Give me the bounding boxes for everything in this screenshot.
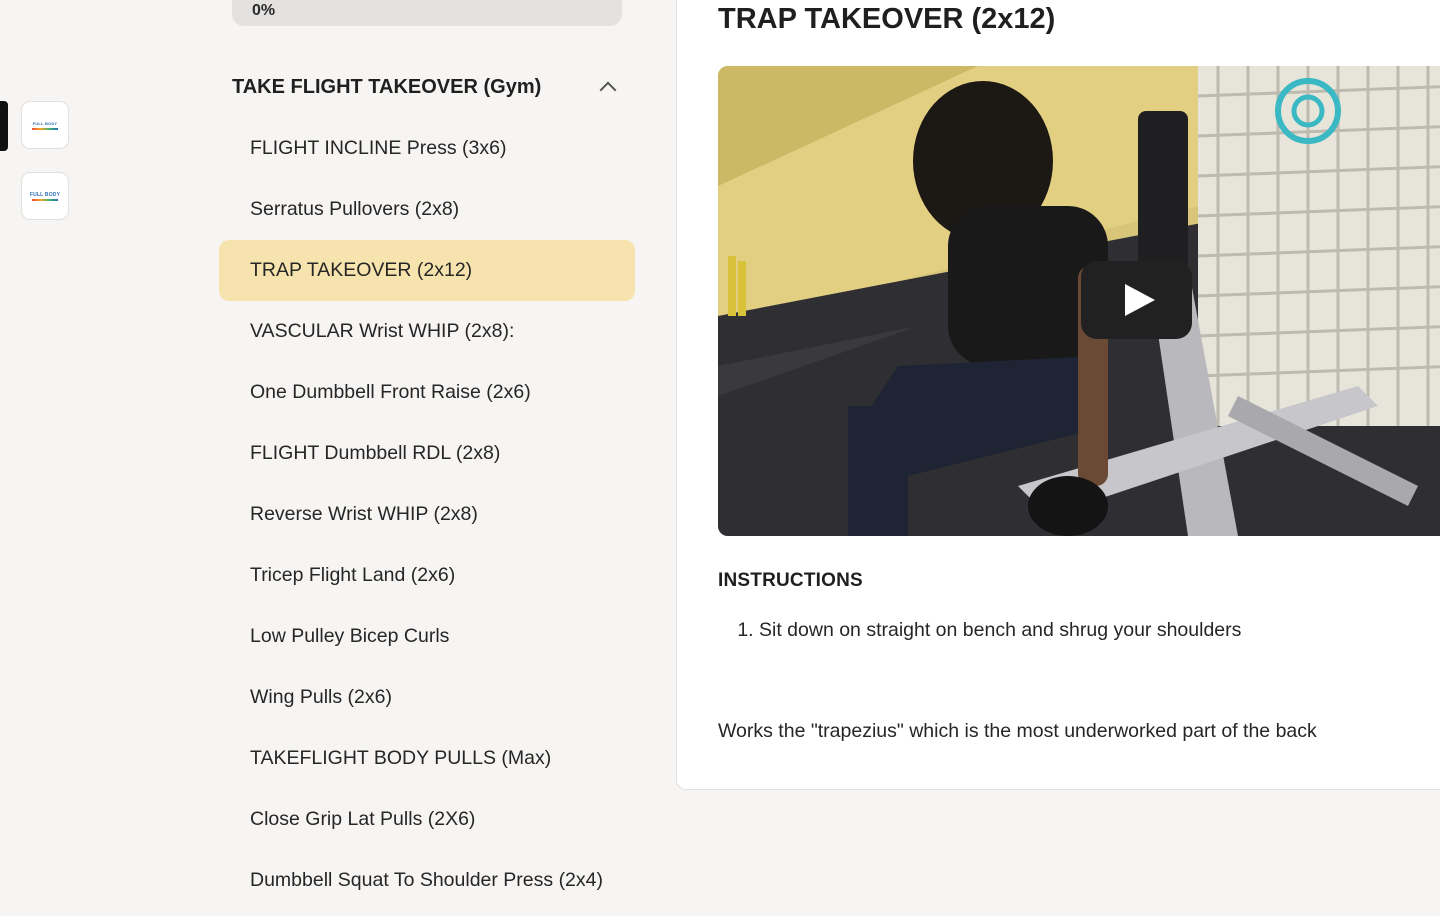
play-button[interactable] bbox=[1081, 261, 1192, 339]
section-title: TAKE FLIGHT TAKEOVER (Gym) bbox=[232, 75, 542, 98]
lesson-item[interactable]: Close Grip Lat Pulls (2X6) bbox=[219, 789, 635, 850]
course-progress-bar: 0% bbox=[232, 0, 622, 26]
play-icon bbox=[1124, 284, 1155, 316]
lesson-item[interactable]: TAKEFLIGHT BODY PULLS (Max) bbox=[219, 728, 635, 789]
lesson-item[interactable]: Reverse Wrist WHIP (2x8) bbox=[219, 484, 635, 545]
progress-label: 0% bbox=[252, 2, 276, 19]
video-thumbnail-image bbox=[718, 66, 1440, 536]
lesson-item[interactable]: FLIGHT Dumbbell RDL (2x8) bbox=[219, 423, 635, 484]
lesson-description: Works the "trapezius" which is the most … bbox=[718, 720, 1317, 742]
lesson-item[interactable]: FLIGHT INCLINE Press (3x6) bbox=[219, 118, 635, 179]
lesson-item[interactable]: One Dumbbell Front Raise (2x6) bbox=[219, 362, 635, 423]
app-thumbnail-2[interactable]: FULL BODY bbox=[21, 172, 69, 220]
lesson-title: TRAP TAKEOVER (2x12) bbox=[718, 3, 1056, 35]
lesson-item[interactable]: Dumbbell Squat To Shoulder Press (2x4) bbox=[219, 850, 635, 911]
app-logo-stripe bbox=[32, 198, 58, 201]
lesson-item[interactable]: Tricep Flight Land (2x6) bbox=[219, 545, 635, 606]
instruction-list: Sit down on straight on bench and shrug … bbox=[718, 619, 1241, 642]
app-thumbnail-1[interactable]: FULL BODY bbox=[21, 101, 69, 149]
chevron-up-icon[interactable] bbox=[599, 81, 617, 99]
instructions-heading: INSTRUCTIONS bbox=[718, 570, 863, 591]
lesson-item[interactable]: Low Pulley Bicep Curls bbox=[219, 606, 635, 667]
video-player[interactable] bbox=[718, 66, 1440, 536]
lesson-item[interactable]: Serratus Pullovers (2x8) bbox=[219, 179, 635, 240]
lesson-list: FLIGHT INCLINE Press (3x6) Serratus Pullo… bbox=[219, 118, 635, 911]
app-logo-text: FULL BODY bbox=[32, 120, 58, 126]
app-logo-text: FULL BODY bbox=[29, 191, 61, 198]
lesson-item[interactable]: VASCULAR Wrist WHIP (2x8): bbox=[219, 301, 635, 362]
instruction-step: Sit down on straight on bench and shrug … bbox=[759, 619, 1241, 642]
app-logo-stripe bbox=[32, 127, 58, 130]
lesson-item[interactable]: Wing Pulls (2x6) bbox=[219, 667, 635, 728]
active-app-indicator bbox=[0, 101, 8, 151]
lesson-content-card: TRAP TAKEOVER (2x12) INSTRUCTIONS 1. Sit… bbox=[676, 0, 1440, 790]
lesson-item-active[interactable]: TRAP TAKEOVER (2x12) bbox=[219, 240, 635, 301]
section-header[interactable]: TAKE FLIGHT TAKEOVER (Gym) bbox=[232, 70, 622, 104]
